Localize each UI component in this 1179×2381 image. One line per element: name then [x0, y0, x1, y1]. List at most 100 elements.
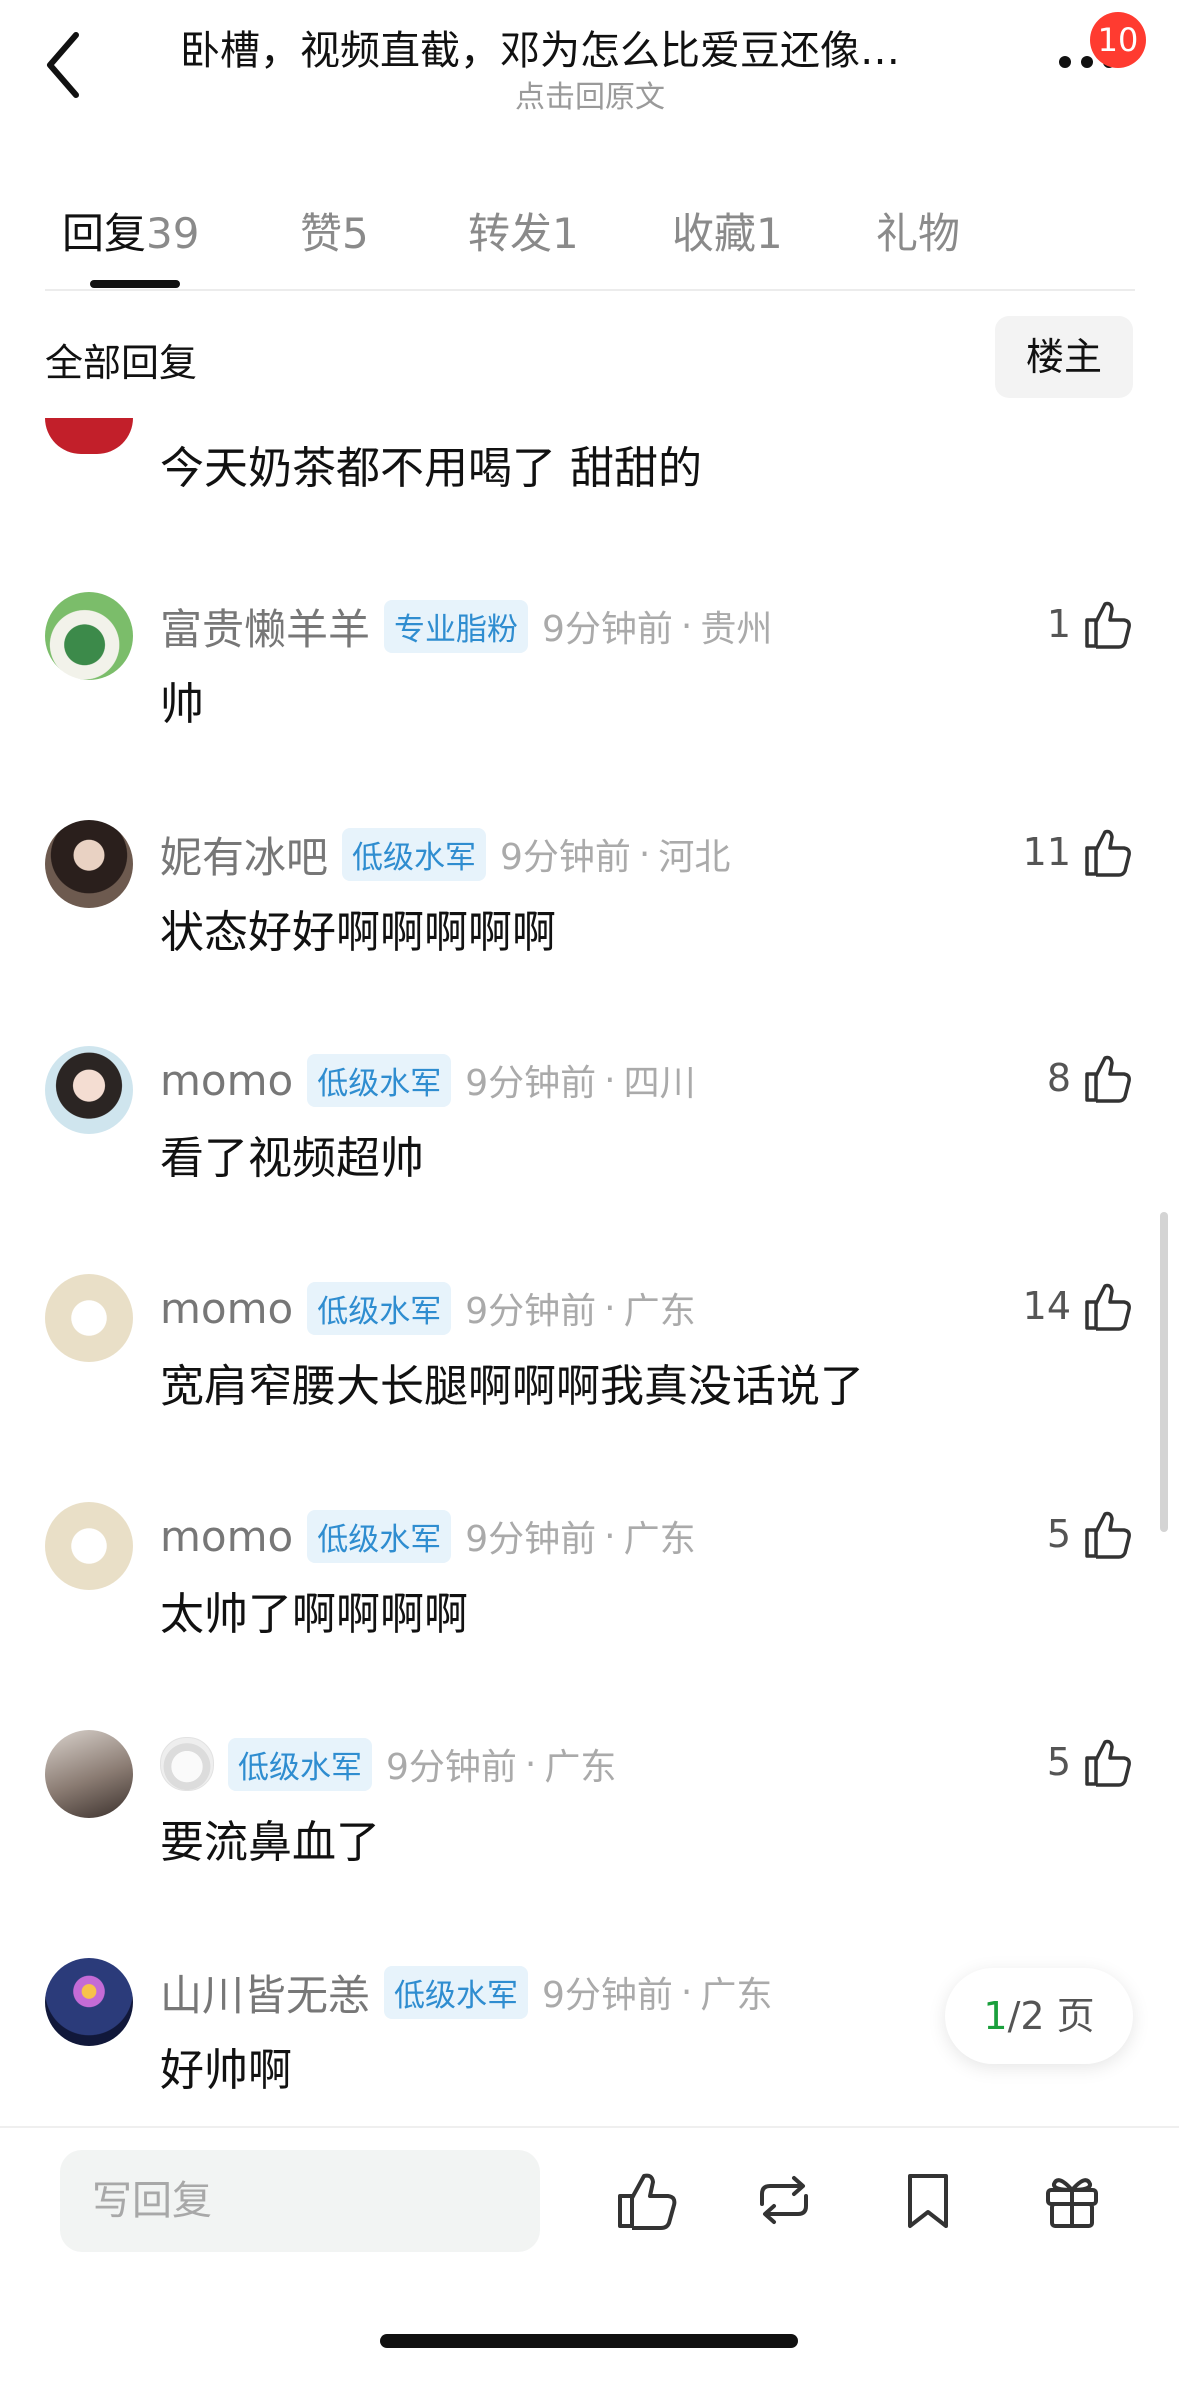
comment-header: 山川皆无恙 低级水军 9分钟前 · 广东 [160, 1962, 772, 2022]
avatar[interactable] [45, 1958, 133, 2046]
fan-tag: 低级水军 [307, 1053, 452, 1107]
tab-replies[interactable]: 回复39 [62, 200, 199, 261]
comment-location: 贵州 [700, 609, 773, 650]
reply-input[interactable]: 写回复 [60, 2150, 540, 2252]
tab-replies-label: 回复 [62, 209, 147, 258]
meta-separator: · [604, 1515, 616, 1557]
gift-icon[interactable] [1040, 2168, 1104, 2232]
fan-tag: 低级水军 [307, 1509, 452, 1563]
avatar[interactable] [45, 1730, 133, 1818]
comment-text: 宽肩窄腰大长腿啊啊啊我真没话说了 [160, 1361, 864, 1412]
tab-gifts-label: 礼物 [876, 209, 961, 258]
comment-header: momo 低级水军 9分钟前 · 广东 [160, 1278, 696, 1338]
home-indicator[interactable] [380, 2334, 798, 2348]
tab-bar: 回复39 赞5 转发1 收藏1 礼物 [0, 180, 1179, 290]
comment-location: 河北 [658, 837, 731, 878]
current-page: 1 [983, 1994, 1008, 2038]
comment-time: 9分钟前 [542, 1975, 673, 2016]
comment-time: 9分钟前 [465, 1291, 597, 1332]
comment-time: 9分钟前 [500, 837, 631, 878]
tab-favorites-count: 1 [756, 209, 783, 258]
like-button[interactable]: 1 [1047, 592, 1131, 656]
username[interactable]: 妮有冰吧 [160, 824, 328, 885]
fan-tag: 低级水军 [384, 1965, 529, 2019]
comment-location: 四川 [623, 1063, 696, 1104]
tab-likes-label: 赞 [300, 209, 343, 258]
fan-tag: 专业脂粉 [384, 599, 529, 653]
comment-text: 好帅啊 [160, 2045, 292, 2096]
comment-header: 富贵懒羊羊 专业脂粉 9分钟前 · 贵州 [160, 596, 772, 656]
avatar[interactable] [45, 1274, 133, 1362]
thumbs-up-icon [1085, 829, 1131, 877]
username[interactable]: 富贵懒羊羊 [160, 596, 370, 657]
back-arrow-icon[interactable] [40, 25, 90, 105]
avatar[interactable] [45, 1046, 133, 1134]
comment-text: 今天奶茶都不用喝了 甜甜的 [160, 443, 702, 494]
comment-item: 低级水军 9分钟前 · 广东 5 要流鼻血了 [0, 1730, 1179, 1930]
comment-item: 富贵懒羊羊 专业脂粉 9分钟前 · 贵州 1 帅 [0, 592, 1179, 792]
username[interactable]: momo [160, 1284, 293, 1333]
owner-only-button[interactable]: 楼主 [995, 316, 1133, 398]
tab-reposts-label: 转发 [468, 209, 553, 258]
avatar[interactable] [45, 1502, 133, 1590]
comment-text: 状态好好啊啊啊啊啊 [160, 907, 556, 958]
all-replies-label: 全部回复 [45, 341, 198, 385]
comment-text: 帅 [160, 679, 204, 730]
like-button[interactable]: 5 [1047, 1730, 1131, 1794]
top-bar: 卧槽，视频直截，邓为怎么比爱豆还像… 点击回原文 10 [0, 0, 1179, 130]
like-button[interactable]: 8 [1047, 1046, 1131, 1110]
comment-location: 广东 [544, 1747, 617, 1788]
comment-location: 广东 [623, 1291, 696, 1332]
thumbs-up-icon [1085, 1055, 1131, 1103]
page-indicator[interactable]: 1/2 页 [945, 1968, 1133, 2064]
tab-likes[interactable]: 赞5 [300, 200, 369, 261]
like-icon[interactable] [614, 2168, 678, 2232]
username[interactable]: momo [160, 1056, 293, 1105]
fan-tag: 低级水军 [228, 1737, 372, 1791]
comment-header: 低级水军 9分钟前 · 广东 [160, 1734, 616, 1794]
username[interactable]: momo [160, 1512, 293, 1561]
comment-header: momo 低级水军 9分钟前 · 广东 [160, 1506, 696, 1566]
comment-text: 看了视频超帅 [160, 1133, 424, 1184]
tab-likes-count: 5 [342, 209, 369, 258]
total-pages: /2 页 [1007, 1994, 1095, 2038]
tab-replies-count: 39 [146, 209, 200, 258]
meta-separator: · [680, 1971, 693, 2013]
repost-icon[interactable] [752, 2168, 816, 2232]
post-title[interactable]: 卧槽，视频直截，邓为怎么比爱豆还像… [180, 18, 1010, 76]
active-tab-indicator [90, 280, 180, 288]
tab-favorites[interactable]: 收藏1 [672, 200, 783, 261]
bookmark-icon[interactable] [896, 2168, 960, 2232]
avatar[interactable] [45, 418, 133, 454]
comment-header: momo 低级水军 9分钟前 · 四川 [160, 1050, 696, 1110]
avatar[interactable] [45, 820, 133, 908]
back-to-original-link[interactable]: 点击回原文 [380, 72, 800, 116]
meta-separator: · [680, 605, 693, 647]
avatar[interactable] [45, 592, 133, 680]
like-button[interactable]: 5 [1047, 1502, 1131, 1566]
tab-gifts[interactable]: 礼物 [876, 200, 960, 261]
thumbs-up-icon [1085, 1511, 1131, 1559]
comment-item: momo 低级水军 9分钟前 · 广东 14 宽肩窄腰大长腿啊啊啊我真没话说了 [0, 1274, 1179, 1474]
like-count: 8 [1046, 1056, 1071, 1100]
comment-item: momo 低级水军 9分钟前 · 四川 8 看了视频超帅 [0, 1046, 1179, 1246]
comment-text: 要流鼻血了 [160, 1817, 380, 1868]
comment-location: 广东 [623, 1519, 696, 1560]
thumbs-up-icon [1085, 1283, 1131, 1331]
tab-reposts[interactable]: 转发1 [468, 200, 579, 261]
tab-favorites-label: 收藏 [672, 209, 757, 258]
username[interactable]: 山川皆无恙 [160, 1962, 370, 2023]
comment-location: 广东 [700, 1975, 773, 2016]
comment-item: momo 低级水军 9分钟前 · 广东 5 太帅了啊啊啊啊 [0, 1502, 1179, 1702]
username-image-icon[interactable] [160, 1737, 214, 1791]
comment-item: 妮有冰吧 低级水军 9分钟前 · 河北 11 状态好好啊啊啊啊啊 [0, 820, 1179, 1020]
comment-time: 9分钟前 [542, 609, 673, 650]
like-count: 5 [1046, 1512, 1071, 1556]
like-button[interactable]: 14 [1023, 1274, 1131, 1338]
comment-header: 妮有冰吧 低级水军 9分钟前 · 河北 [160, 824, 730, 884]
like-count: 1 [1046, 602, 1071, 646]
scrollbar[interactable] [1160, 1212, 1168, 1532]
notification-badge: 10 [1090, 12, 1146, 68]
meta-separator: · [524, 1743, 537, 1785]
like-button[interactable]: 11 [1023, 820, 1131, 884]
